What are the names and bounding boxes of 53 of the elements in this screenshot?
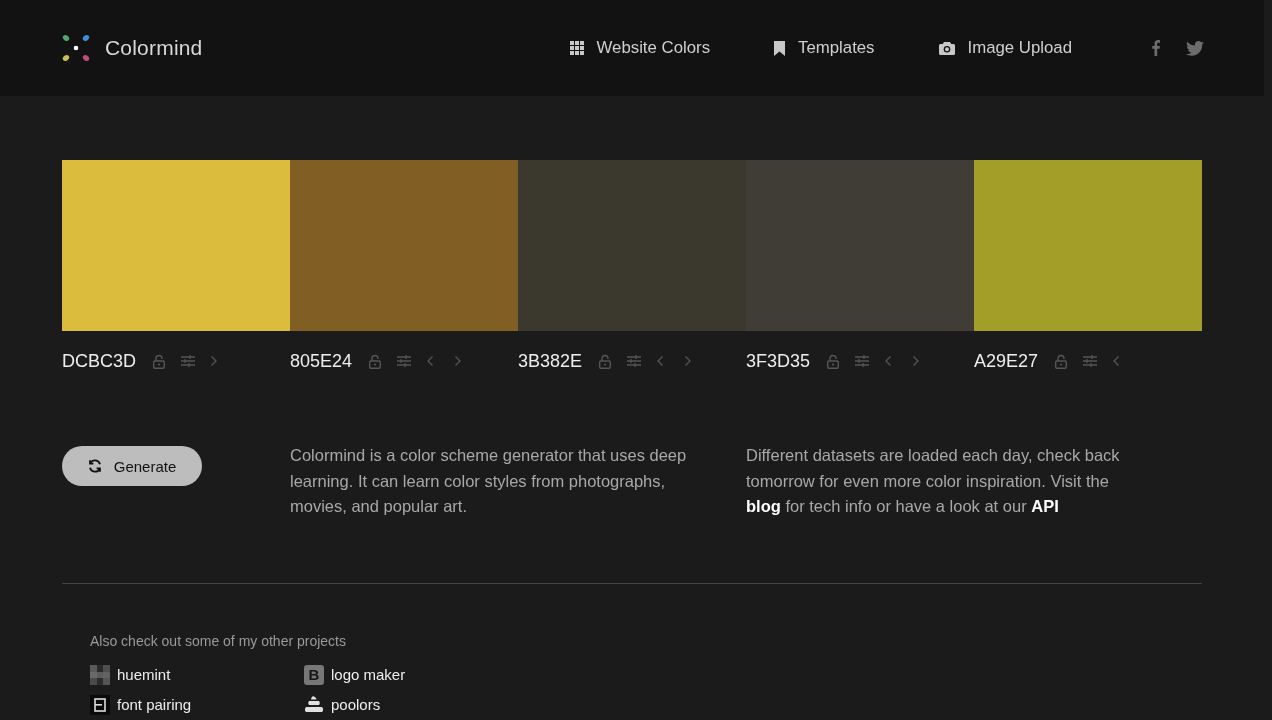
adjust-sliders-button[interactable] — [855, 355, 870, 367]
framed-lines-icon — [90, 694, 110, 715]
generate-button[interactable]: Generate — [62, 446, 202, 486]
nav-link[interactable]: Image Upload — [938, 38, 1072, 58]
hex-code[interactable]: DCBC3D — [62, 350, 136, 372]
lock-button[interactable] — [827, 353, 840, 369]
hex-code[interactable]: A29E27 — [974, 350, 1039, 372]
stacked-mound-icon — [304, 695, 324, 714]
lock-button[interactable] — [599, 353, 612, 369]
move-left-button[interactable] — [427, 356, 434, 366]
hex-code[interactable]: 3F3D35 — [746, 350, 811, 372]
letter-tile-icon: B — [304, 664, 324, 685]
intro-paragraph: Colormind is a color scheme generator that uses deep learning. It can learn color styles from photographs, movies, and popular art. — [290, 445, 688, 517]
project-link[interactable]: poolors — [304, 694, 381, 715]
color-swatch[interactable] — [290, 160, 518, 331]
move-right-button[interactable] — [211, 356, 217, 366]
text-link[interactable]: API — [1031, 497, 1059, 515]
hex-code[interactable]: 3B382E — [518, 350, 583, 372]
camera-icon — [938, 41, 955, 55]
twitter-icon[interactable] — [1186, 40, 1204, 56]
move-left-button[interactable] — [1113, 356, 1120, 366]
text-link[interactable]: blog — [746, 497, 781, 515]
adjust-sliders-button[interactable] — [397, 355, 412, 367]
move-left-button[interactable] — [657, 356, 664, 366]
nav-link[interactable]: Templates — [774, 38, 875, 58]
bookmark-icon — [774, 40, 786, 56]
move-left-button[interactable] — [885, 356, 892, 366]
adjust-sliders-button[interactable] — [181, 355, 195, 367]
adjust-sliders-button[interactable] — [1083, 355, 1098, 367]
project-link[interactable]: B logo maker — [304, 664, 406, 685]
logo-link[interactable]: Colormind — [62, 34, 203, 62]
datasets-paragraph: Different datasets are loaded each day, check back tomorrow for even more color inspiration. Visit the blog for tech info or have a look at our API — [746, 445, 1121, 517]
color-swatch[interactable] — [518, 160, 746, 331]
color-swatch[interactable] — [746, 160, 974, 331]
move-right-button[interactable] — [913, 356, 920, 366]
hex-code[interactable]: 805E24 — [290, 350, 353, 372]
project-link[interactable]: font pairing — [90, 694, 192, 715]
project-link[interactable]: huemint — [90, 664, 171, 685]
projects-heading: Also check out some of my other projects — [90, 632, 346, 649]
nav-link[interactable]: Website Colors — [569, 38, 711, 58]
pixel-h-icon — [90, 664, 110, 685]
color-swatch[interactable] — [62, 160, 290, 331]
move-right-button[interactable] — [685, 356, 692, 366]
lock-button[interactable] — [153, 353, 165, 369]
refresh-icon — [87, 459, 102, 473]
color-swatch[interactable] — [974, 160, 1202, 331]
dots-logo-icon — [62, 34, 90, 62]
grid-icon — [569, 41, 584, 55]
move-right-button[interactable] — [455, 356, 462, 366]
lock-button[interactable] — [1055, 353, 1068, 369]
adjust-sliders-button[interactable] — [627, 355, 642, 367]
lock-button[interactable] — [369, 353, 382, 369]
facebook-icon[interactable] — [1152, 40, 1160, 56]
